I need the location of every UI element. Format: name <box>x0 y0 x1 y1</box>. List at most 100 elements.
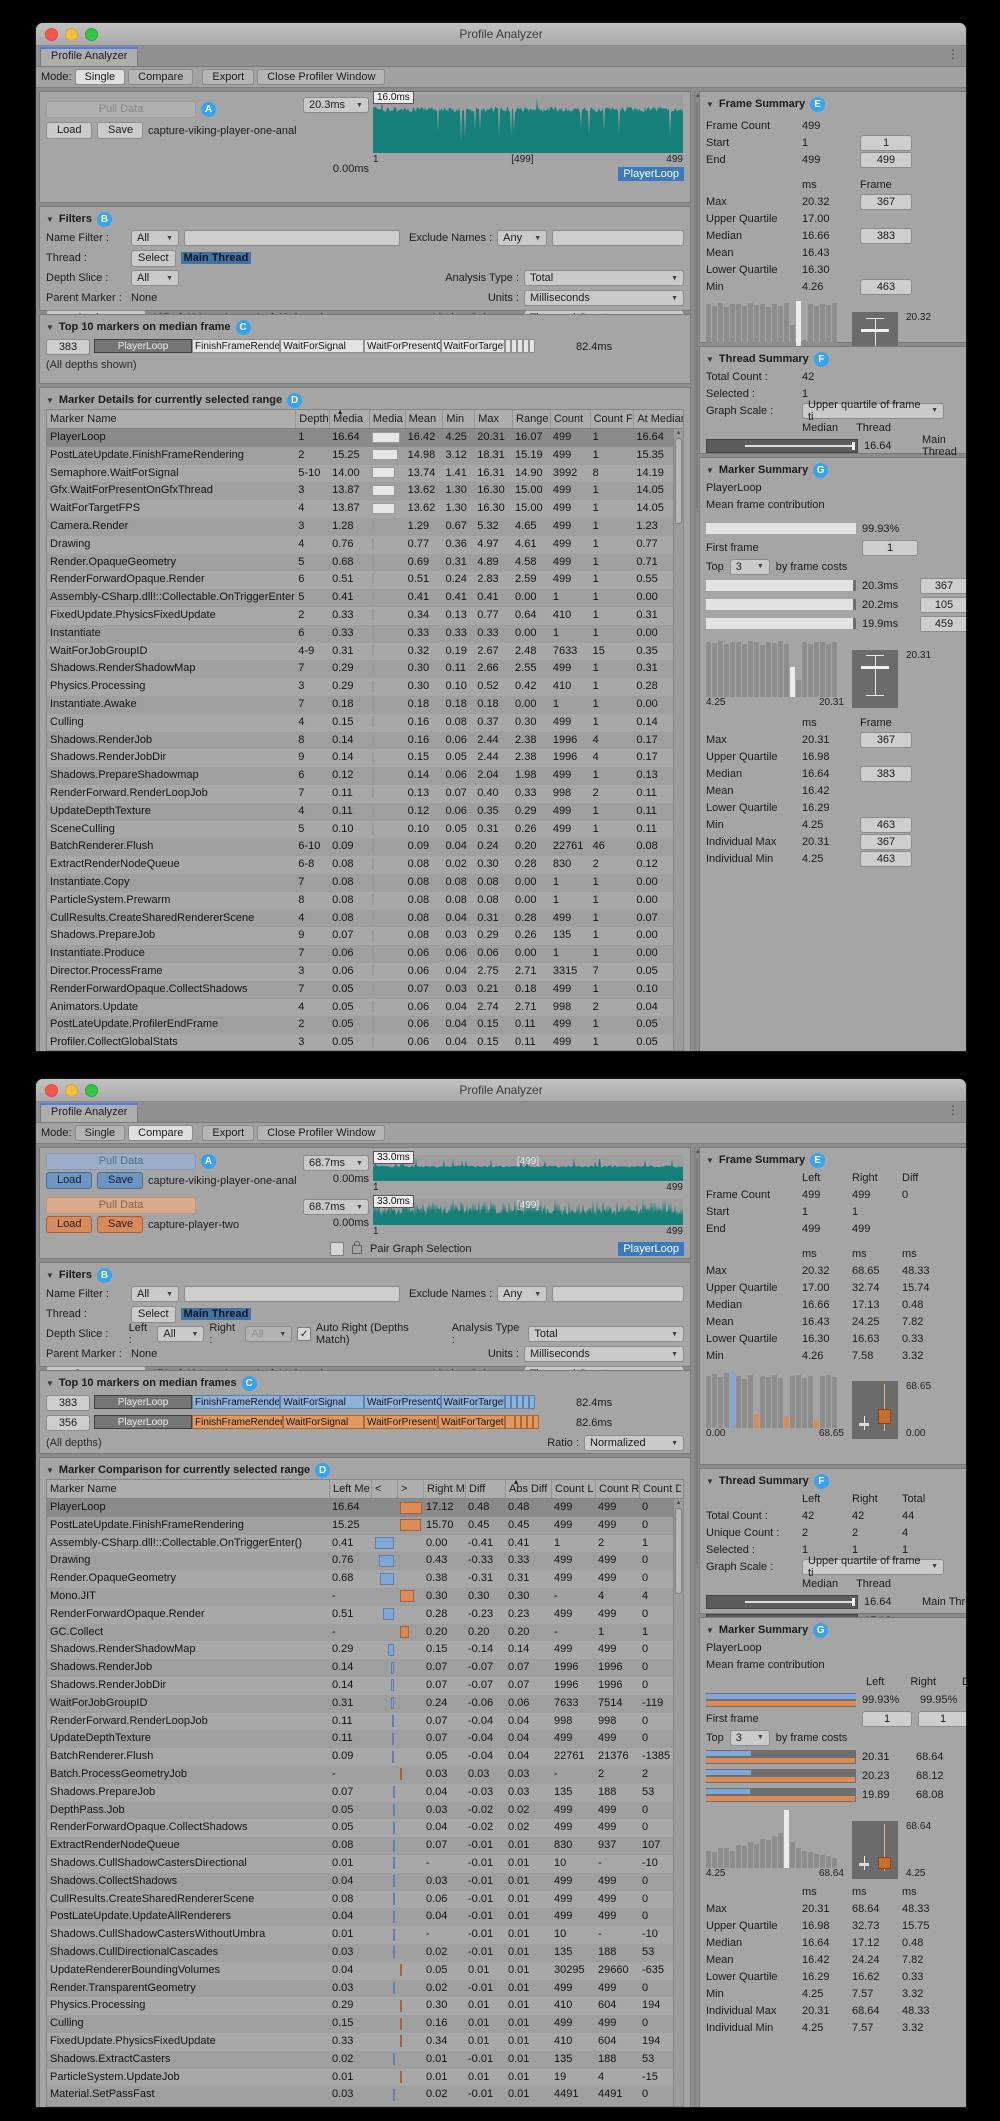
column-header[interactable]: Marker Name <box>47 1480 329 1498</box>
table-row[interactable]: Shadows.RenderShadowMap70.290.300.112.66… <box>47 660 683 678</box>
tab-profile-analyzer[interactable]: Profile Analyzer <box>40 47 138 66</box>
help-badge-e[interactable]: E <box>810 97 825 112</box>
collapse-icon[interactable] <box>706 100 714 109</box>
table-row[interactable]: ParticleSystem.UpdateJob0.010.010.010.01… <box>47 2069 683 2087</box>
table-row[interactable]: RenderForward.RenderLoopJob70.110.130.07… <box>47 785 683 803</box>
table-row[interactable]: Drawing0.760.43-0.330.334994990 <box>47 1552 683 1570</box>
load-button[interactable]: Load <box>46 122 92 139</box>
exclude-input[interactable] <box>552 230 684 246</box>
selected-marker-chip[interactable]: PlayerLoop <box>618 167 684 181</box>
table-row[interactable]: Shadows.PrepareJob90.070.080.030.290.261… <box>47 927 683 945</box>
top10-segment[interactable]: PlayerLoop <box>94 339 192 353</box>
top10-segment[interactable]: FinishFrameRendering <box>192 1415 283 1429</box>
table-row[interactable]: UpdateDepthTexture40.110.120.060.350.294… <box>47 803 683 821</box>
help-badge-f[interactable]: F <box>814 1474 829 1489</box>
column-header[interactable]: Range <box>512 410 550 428</box>
top-n-dropdown[interactable]: 3 <box>730 1730 770 1746</box>
top10-segment[interactable]: WaitForSignal <box>283 1415 364 1429</box>
column-header[interactable]: Count R <box>595 1480 639 1498</box>
first-frame-left-button[interactable]: 1 <box>862 1711 912 1727</box>
top10-segment[interactable]: FinishFrameRenderin <box>192 1395 280 1409</box>
table-row[interactable]: Culling0.150.160.010.014994990 <box>47 2015 683 2033</box>
close-profiler-button[interactable]: Close Profiler Window <box>257 1125 385 1141</box>
column-header[interactable]: Max <box>474 410 512 428</box>
close-window-button[interactable] <box>45 28 58 41</box>
column-header[interactable]: Mean <box>405 410 443 428</box>
zoom-window-button[interactable] <box>85 28 98 41</box>
top10-segment[interactable]: PlayerLoop <box>94 1415 192 1429</box>
table-row[interactable]: Shadows.PrepareShadowmap60.120.140.062.0… <box>47 767 683 785</box>
table-row[interactable]: ExtractRenderNodeQueue6-80.080.080.020.3… <box>47 856 683 874</box>
graph-scale-dropdown[interactable]: Upper quartile of frame ti <box>802 403 944 419</box>
table-row[interactable]: CullResults.CreateSharedRendererScene0.0… <box>47 1891 683 1909</box>
pull-data-right-button[interactable]: Pull Data <box>46 1197 196 1214</box>
table-row[interactable]: Batch.ProcessGeometryJob-0.030.030.03-22 <box>47 1766 683 1784</box>
table-row[interactable]: Drawing40.760.770.364.974.6149910.77 <box>47 536 683 554</box>
overflow-menu-icon[interactable] <box>947 47 959 61</box>
help-badge-e[interactable]: E <box>810 1153 825 1168</box>
help-badge-c[interactable]: C <box>242 1376 257 1391</box>
exclude-input[interactable] <box>552 1286 684 1302</box>
ratio-dropdown[interactable]: Normalized <box>584 1435 684 1451</box>
table-row[interactable]: Material.SetPassFast0.030.02-0.010.01449… <box>47 2086 683 2104</box>
table-row[interactable]: Shadows.RenderJobDir90.140.150.052.442.3… <box>47 749 683 767</box>
thread-select-button[interactable]: Select <box>131 1306 176 1323</box>
top10-segment[interactable]: WaitForSignal <box>280 1395 364 1409</box>
frame-time-chart[interactable]: 16.0ms <box>373 95 683 153</box>
table-row[interactable]: RenderForwardOpaque.CollectShadows70.050… <box>47 981 683 999</box>
top10-segment[interactable]: WaitForPresentOn <box>364 1415 438 1429</box>
collapse-icon[interactable] <box>706 1626 714 1635</box>
help-badge-d[interactable]: D <box>287 393 302 408</box>
frame-jump-button[interactable]: 383 <box>860 228 912 244</box>
help-badge-f[interactable]: F <box>814 352 829 367</box>
scrollbar-thumb[interactable] <box>675 1508 682 1594</box>
table-row[interactable]: Profiler.CollectGlobalStats30.050.060.04… <box>47 1034 683 1051</box>
depth-slice-dropdown[interactable]: All <box>131 270 179 286</box>
table-scrollbar[interactable] <box>673 429 683 1050</box>
top10-segment[interactable]: PlayerLoop <box>94 1395 192 1409</box>
range-dropdown-left[interactable]: 68.7ms <box>303 1155 369 1171</box>
column-header[interactable]: Count <box>550 410 590 428</box>
top10-bar[interactable]: PlayerLoopFinishFrameRenderingWaitForSig… <box>94 1415 572 1431</box>
frame-jump-button[interactable]: 463 <box>860 817 912 833</box>
scroll-up-icon[interactable] <box>674 1500 683 1506</box>
help-badge-b[interactable]: B <box>97 212 112 227</box>
overflow-menu-icon[interactable] <box>947 1103 959 1117</box>
marker-histogram[interactable] <box>706 639 844 697</box>
collapse-icon[interactable] <box>706 466 714 475</box>
column-header[interactable]: Abs Diff <box>505 1480 551 1498</box>
table-row[interactable]: Instantiate60.330.330.330.330.00110.00 <box>47 625 683 643</box>
column-header[interactable]: Media <box>329 410 369 428</box>
range-dropdown[interactable]: 20.3ms <box>303 97 369 113</box>
units-dropdown[interactable]: Milliseconds <box>524 1346 684 1362</box>
table-row[interactable]: UpdateDepthTexture0.110.07-0.040.0449949… <box>47 1730 683 1748</box>
panel-scrollbar[interactable] <box>694 91 696 1052</box>
save-right-button[interactable]: Save <box>97 1216 143 1233</box>
top10-segment[interactable]: FinishFrameRenderin <box>192 339 280 353</box>
table-row[interactable]: Shadows.CullShadowCastersDirectional0.01… <box>47 1855 683 1873</box>
table-row[interactable]: Render.OpaqueGeometry50.680.690.314.894.… <box>47 554 683 572</box>
frame-jump-button[interactable]: 1 <box>860 135 912 151</box>
exclude-mode[interactable]: Any <box>497 1286 547 1302</box>
column-header[interactable]: > <box>397 1480 423 1498</box>
panel-scrollbar[interactable] <box>694 1147 696 2108</box>
table-row[interactable]: GC.Collect-0.200.200.20-11 <box>47 1624 683 1642</box>
top-n-dropdown[interactable]: 3 <box>730 559 770 575</box>
collapse-icon[interactable] <box>706 1477 714 1486</box>
top10-segment[interactable]: WaitForPresentOnG <box>364 339 440 353</box>
help-badge-a[interactable]: A <box>201 1154 216 1169</box>
top10-segment[interactable] <box>529 339 535 353</box>
graph-scale-dropdown[interactable]: Upper quartile of frame ti <box>802 1559 944 1575</box>
thread-select-button[interactable]: Select <box>131 250 176 267</box>
frame-jump-button[interactable]: 499 <box>860 152 912 168</box>
collapse-icon[interactable] <box>46 396 54 405</box>
collapse-icon[interactable] <box>706 355 714 364</box>
help-badge-g[interactable]: G <box>813 1623 828 1638</box>
help-badge-a[interactable]: A <box>201 102 216 117</box>
top10-segment[interactable]: WaitForTargetFPS <box>441 1395 506 1409</box>
table-row[interactable]: Physics.Processing0.290.300.010.01410604… <box>47 1997 683 2015</box>
scrollbar-thumb[interactable] <box>696 102 698 508</box>
frame-time-chart-right[interactable]: 33.0ms [499] <box>373 1199 683 1225</box>
column-header[interactable]: Count L <box>551 1480 595 1498</box>
table-row[interactable]: WaitForTargetFPS413.8713.621.3016.3015.0… <box>47 500 683 518</box>
